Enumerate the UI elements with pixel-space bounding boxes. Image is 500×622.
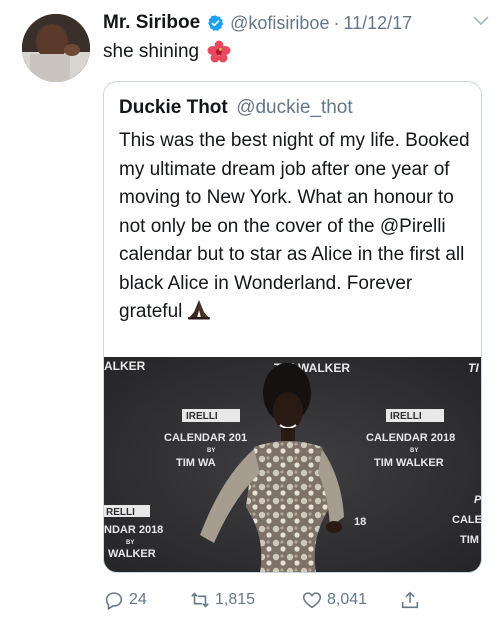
chevron-down-icon[interactable]: [473, 16, 489, 26]
separator-dot: ·: [333, 12, 340, 33]
retweet-count: 1,815: [215, 591, 256, 608]
tweet-text-row: she shining: [103, 40, 231, 64]
quote-photo[interactable]: ALKER TIM WALKER TI IRELLI CALENDAR 201 …: [104, 357, 481, 572]
tweet-text: she shining: [103, 41, 200, 62]
backdrop-text: 18: [354, 516, 366, 528]
hibiscus-icon: [207, 40, 231, 63]
reply-count: 24: [129, 591, 147, 608]
quoted-tweet[interactable]: Duckie Thot @duckie_thot This was the be…: [103, 81, 482, 573]
share-icon: [401, 591, 419, 609]
backdrop-text: P: [474, 494, 481, 506]
backdrop-text: BY: [207, 448, 215, 454]
backdrop-text: NDAR 2018: [104, 524, 163, 536]
backdrop-text: TI: [468, 361, 479, 375]
like-count: 8,041: [327, 591, 368, 608]
backdrop-text: IRELLI: [390, 411, 422, 422]
retweet-button[interactable]: 1,815: [189, 586, 255, 614]
tweet[interactable]: Mr. Siriboe @kofisiriboe · 11/12/17 she …: [0, 0, 500, 622]
reply-button[interactable]: 24: [103, 586, 147, 614]
quote-text-block: This was the best night of my life. Book…: [119, 127, 471, 327]
backdrop-text: WALKER: [108, 548, 156, 560]
backdrop-text: TIM WALKER: [374, 457, 444, 469]
action-bar: 24 1,815 8,041: [103, 586, 443, 614]
avatar[interactable]: [22, 14, 90, 82]
backdrop-text: TIM WA: [176, 457, 216, 469]
reply-icon: [105, 592, 123, 611]
share-button[interactable]: [399, 586, 425, 614]
backdrop-text: CALENDAR 2018: [366, 432, 455, 444]
tweet-header: Mr. Siriboe @kofisiriboe · 11/12/17: [103, 10, 493, 36]
backdrop-text: IRELLI: [186, 411, 218, 422]
backdrop-text: CALENDAR 201: [164, 432, 247, 444]
author-name[interactable]: Mr. Siriboe: [103, 12, 200, 34]
retweet-icon: [191, 592, 209, 608]
backdrop-text: BY: [410, 448, 418, 454]
tweet-date[interactable]: 11/12/17: [343, 13, 412, 34]
quote-author-handle: @duckie_thot: [236, 97, 353, 118]
like-button[interactable]: 8,041: [301, 586, 367, 614]
author-handle[interactable]: @kofisiriboe: [230, 13, 329, 34]
quote-header: Duckie Thot @duckie_thot: [119, 97, 353, 119]
backdrop-text: TIM: [460, 534, 479, 546]
backdrop-text: BY: [126, 540, 134, 546]
backdrop-text: CALE: [452, 514, 481, 526]
backdrop-text: RELLI: [106, 507, 135, 518]
folded-hands-icon: [188, 300, 211, 320]
verified-badge-icon: [208, 14, 224, 31]
quote-text: This was the best night of my life. Book…: [119, 130, 470, 322]
backdrop-text: ALKER: [104, 359, 146, 373]
quote-author-name: Duckie Thot: [119, 97, 228, 118]
heart-icon: [302, 592, 322, 609]
